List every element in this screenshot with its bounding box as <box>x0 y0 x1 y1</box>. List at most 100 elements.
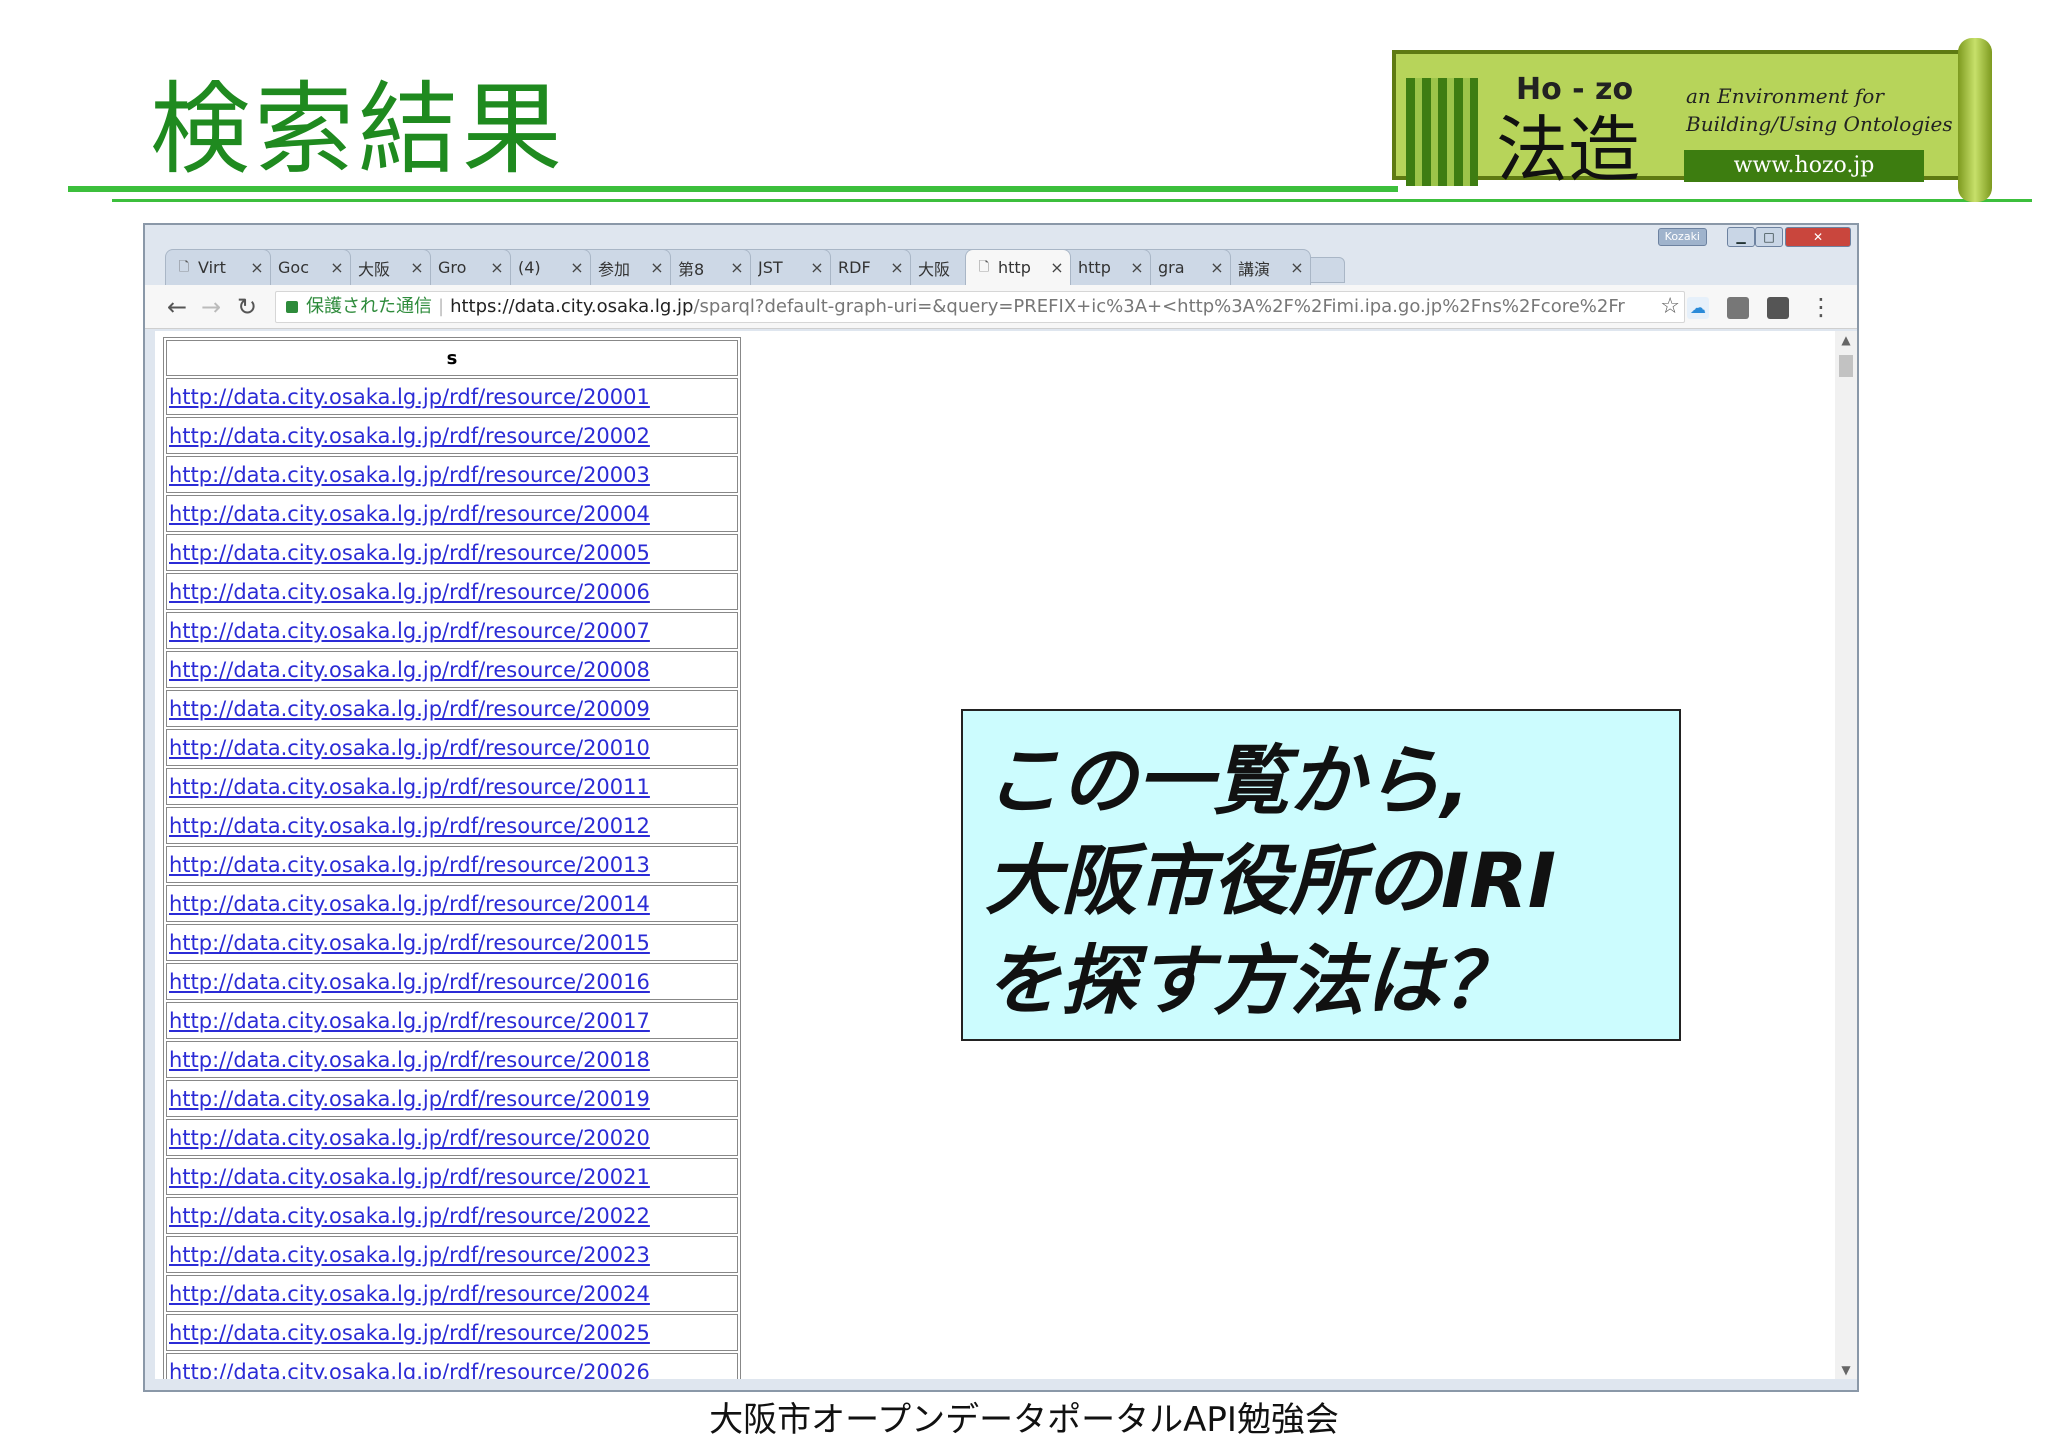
table-row: http://data.city.osaka.lg.jp/rdf/resourc… <box>166 651 738 688</box>
resource-link[interactable]: http://data.city.osaka.lg.jp/rdf/resourc… <box>169 775 650 799</box>
close-tab-icon[interactable]: × <box>728 258 746 277</box>
table-cell: http://data.city.osaka.lg.jp/rdf/resourc… <box>166 846 738 883</box>
url-separator: | <box>438 296 445 317</box>
extension-icon[interactable] <box>1727 297 1749 319</box>
results-table: s http://data.city.osaka.lg.jp/rdf/resou… <box>163 337 741 1379</box>
table-row: http://data.city.osaka.lg.jp/rdf/resourc… <box>166 417 738 454</box>
close-tab-icon[interactable]: × <box>248 258 266 277</box>
table-cell: http://data.city.osaka.lg.jp/rdf/resourc… <box>166 651 738 688</box>
table-row: http://data.city.osaka.lg.jp/rdf/resourc… <box>166 1002 738 1039</box>
new-tab-button[interactable] <box>1305 257 1345 283</box>
resource-link[interactable]: http://data.city.osaka.lg.jp/rdf/resourc… <box>169 1165 650 1189</box>
logo-kanji: 法造 <box>1496 108 1641 192</box>
maximize-icon: □ <box>1763 230 1775 244</box>
close-tab-icon[interactable]: × <box>328 258 346 277</box>
table-cell: http://data.city.osaka.lg.jp/rdf/resourc… <box>166 729 738 766</box>
resource-link[interactable]: http://data.city.osaka.lg.jp/rdf/resourc… <box>169 619 650 643</box>
scroll-thumb[interactable] <box>1839 355 1853 377</box>
table-cell: http://data.city.osaka.lg.jp/rdf/resourc… <box>166 1353 738 1379</box>
close-tab-icon[interactable]: × <box>648 258 666 277</box>
logo-brand: Ho - zo <box>1516 72 1634 107</box>
slide-footer: 大阪市オープンデータポータルAPI勉強会 <box>709 1400 1339 1440</box>
resource-link[interactable]: http://data.city.osaka.lg.jp/rdf/resourc… <box>169 658 650 682</box>
extension-icon-2[interactable] <box>1767 297 1789 319</box>
close-tab-icon[interactable]: × <box>1288 258 1306 277</box>
callout-line: 大阪市役所のIRI <box>985 836 1557 925</box>
table-cell: http://data.city.osaka.lg.jp/rdf/resourc… <box>166 1041 738 1078</box>
table-cell: http://data.city.osaka.lg.jp/rdf/resourc… <box>166 417 738 454</box>
resource-link[interactable]: http://data.city.osaka.lg.jp/rdf/resourc… <box>169 697 650 721</box>
table-row: http://data.city.osaka.lg.jp/rdf/resourc… <box>166 1314 738 1351</box>
arrow-right-icon: → <box>200 293 222 321</box>
table-row: http://data.city.osaka.lg.jp/rdf/resourc… <box>166 534 738 571</box>
tab-label: Gro <box>438 258 467 277</box>
resource-link[interactable]: http://data.city.osaka.lg.jp/rdf/resourc… <box>169 580 650 604</box>
table-row: http://data.city.osaka.lg.jp/rdf/resourc… <box>166 573 738 610</box>
logo-tagline-1: an Environment for <box>1686 84 1884 108</box>
resource-link[interactable]: http://data.city.osaka.lg.jp/rdf/resourc… <box>169 1087 650 1111</box>
resource-link[interactable]: http://data.city.osaka.lg.jp/rdf/resourc… <box>169 970 650 994</box>
scroll-up-icon[interactable]: ▲ <box>1835 331 1857 349</box>
close-tab-icon[interactable]: × <box>488 258 506 277</box>
resource-link[interactable]: http://data.city.osaka.lg.jp/rdf/resourc… <box>169 853 650 877</box>
resource-link[interactable]: http://data.city.osaka.lg.jp/rdf/resourc… <box>169 1360 650 1380</box>
close-tab-icon[interactable]: × <box>1208 258 1226 277</box>
table-cell: http://data.city.osaka.lg.jp/rdf/resourc… <box>166 378 738 415</box>
resource-link[interactable]: http://data.city.osaka.lg.jp/rdf/resourc… <box>169 1243 650 1267</box>
close-window-button[interactable]: ✕ <box>1785 227 1851 247</box>
resource-link[interactable]: http://data.city.osaka.lg.jp/rdf/resourc… <box>169 1321 650 1345</box>
close-tab-icon[interactable]: × <box>888 258 906 277</box>
resource-link[interactable]: http://data.city.osaka.lg.jp/rdf/resourc… <box>169 1009 650 1033</box>
resource-link[interactable]: http://data.city.osaka.lg.jp/rdf/resourc… <box>169 502 650 526</box>
results-body: http://data.city.osaka.lg.jp/rdf/resourc… <box>166 378 738 1379</box>
bookmark-star-icon[interactable]: ☆ <box>1654 292 1680 322</box>
resource-link[interactable]: http://data.city.osaka.lg.jp/rdf/resourc… <box>169 1204 650 1228</box>
table-cell: http://data.city.osaka.lg.jp/rdf/resourc… <box>166 690 738 727</box>
maximize-button[interactable]: □ <box>1755 227 1783 247</box>
back-button[interactable]: ← <box>163 293 191 321</box>
reload-button[interactable]: ↻ <box>233 293 261 321</box>
resource-link[interactable]: http://data.city.osaka.lg.jp/rdf/resourc… <box>169 814 650 838</box>
cloud-extension-icon[interactable]: ☁ <box>1687 297 1709 319</box>
resource-link[interactable]: http://data.city.osaka.lg.jp/rdf/resourc… <box>169 541 650 565</box>
browser-tab[interactable]: 🗋 Virt × <box>165 249 271 285</box>
table-row: http://data.city.osaka.lg.jp/rdf/resourc… <box>166 495 738 532</box>
title-rule <box>68 186 1398 192</box>
scroll-down-icon[interactable]: ▼ <box>1835 1361 1857 1379</box>
slide-title: 検索結果 <box>150 71 566 188</box>
page-icon: 🗋 <box>978 259 990 275</box>
table-row: http://data.city.osaka.lg.jp/rdf/resourc… <box>166 1080 738 1117</box>
table-row: http://data.city.osaka.lg.jp/rdf/resourc… <box>166 885 738 922</box>
resource-link[interactable]: http://data.city.osaka.lg.jp/rdf/resourc… <box>169 1282 650 1306</box>
close-tab-icon[interactable]: × <box>808 258 826 277</box>
address-bar[interactable]: 保護された通信 | https://data.city.osaka.lg.jp/sp… <box>275 291 1685 323</box>
resource-link[interactable]: http://data.city.osaka.lg.jp/rdf/resourc… <box>169 385 650 409</box>
vertical-scrollbar[interactable]: ▲ ▼ <box>1835 331 1857 1379</box>
tab-label: RDF <box>838 258 871 277</box>
resource-link[interactable]: http://data.city.osaka.lg.jp/rdf/resourc… <box>169 424 650 448</box>
close-tab-icon[interactable]: × <box>408 258 426 277</box>
resource-link[interactable]: http://data.city.osaka.lg.jp/rdf/resourc… <box>169 892 650 916</box>
minimize-button[interactable]: ▁ <box>1727 227 1755 247</box>
table-row: http://data.city.osaka.lg.jp/rdf/resourc… <box>166 1119 738 1156</box>
logo-scroll-body: Ho - zo 法造 an Environment for Building/U… <box>1392 50 1964 190</box>
close-tab-icon[interactable]: × <box>1128 258 1146 277</box>
table-row: http://data.city.osaka.lg.jp/rdf/resourc… <box>166 378 738 415</box>
close-tab-icon[interactable]: × <box>1048 258 1066 277</box>
tab-label: 大阪 <box>918 259 951 279</box>
table-cell: http://data.city.osaka.lg.jp/rdf/resourc… <box>166 1197 738 1234</box>
resource-link[interactable]: http://data.city.osaka.lg.jp/rdf/resourc… <box>169 463 650 487</box>
resource-link[interactable]: http://data.city.osaka.lg.jp/rdf/resourc… <box>169 736 650 760</box>
table-cell: http://data.city.osaka.lg.jp/rdf/resourc… <box>166 963 738 1000</box>
close-tab-icon[interactable]: × <box>568 258 586 277</box>
menu-kebab-icon[interactable]: ⋮ <box>1809 293 1833 321</box>
table-cell: http://data.city.osaka.lg.jp/rdf/resourc… <box>166 534 738 571</box>
profile-badge[interactable]: Kozaki <box>1657 228 1707 246</box>
forward-button[interactable]: → <box>197 293 225 321</box>
resource-link[interactable]: http://data.city.osaka.lg.jp/rdf/resourc… <box>169 931 650 955</box>
resource-link[interactable]: http://data.city.osaka.lg.jp/rdf/resourc… <box>169 1126 650 1150</box>
resource-link[interactable]: http://data.city.osaka.lg.jp/rdf/resourc… <box>169 1048 650 1072</box>
table-row: http://data.city.osaka.lg.jp/rdf/resourc… <box>166 1197 738 1234</box>
tab-label: 第8 <box>678 259 705 279</box>
browser-tab[interactable]: 🗋 http × <box>965 249 1071 285</box>
